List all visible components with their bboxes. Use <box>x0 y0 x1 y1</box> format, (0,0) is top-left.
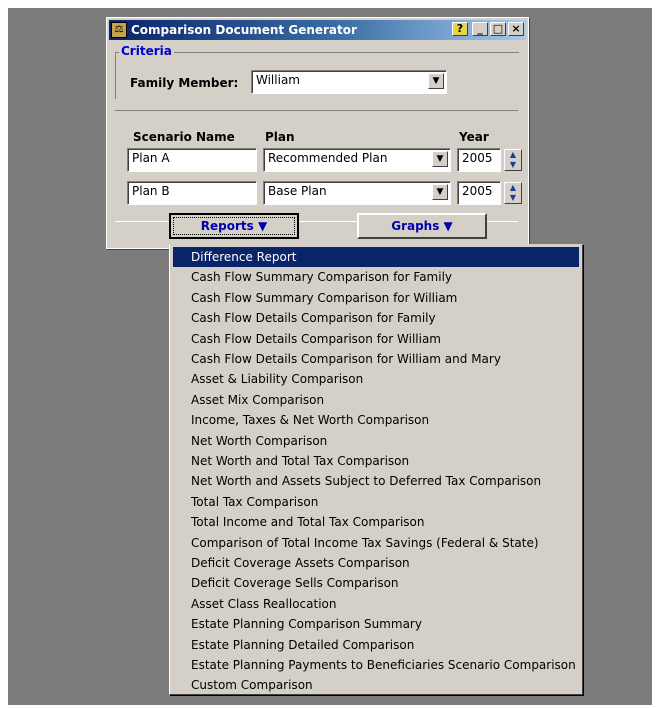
title-bar[interactable]: ⚖ Comparison Document Generator ? _ □ × <box>109 20 526 40</box>
menu-item[interactable]: Total Income and Total Tax Comparison <box>173 512 579 532</box>
menu-item[interactable]: Cash Flow Details Comparison for William… <box>173 349 579 369</box>
close-icon[interactable]: × <box>508 22 524 36</box>
help-icon[interactable]: ? <box>452 22 468 36</box>
minimize-icon[interactable]: _ <box>472 22 488 36</box>
scenario-b-name: Plan B <box>132 184 170 198</box>
comparison-generator-window: ⚖ Comparison Document Generator ? _ □ × … <box>106 17 529 249</box>
scenario-a-year-input[interactable]: 2005 <box>457 148 501 172</box>
menu-item[interactable]: Estate Planning Payments to Beneficiarie… <box>173 655 579 675</box>
reports-button[interactable]: Reports ▼ <box>169 213 299 239</box>
plan-header: Plan <box>265 130 295 144</box>
year-spinner-a[interactable]: ▲ ▼ <box>504 149 522 171</box>
scenario-a-year: 2005 <box>462 151 493 165</box>
scenario-b-plan: Base Plan <box>268 184 327 198</box>
menu-item[interactable]: Estate Planning Comparison Summary <box>173 614 579 634</box>
chevron-down-icon[interactable]: ▼ <box>428 73 444 89</box>
family-member-label: Family Member: <box>130 76 239 90</box>
menu-item[interactable]: Net Worth Comparison <box>173 431 579 451</box>
scenario-b-year-input[interactable]: 2005 <box>457 181 501 205</box>
year-spinner-b[interactable]: ▲ ▼ <box>504 182 522 204</box>
chevron-down-icon[interactable]: ▼ <box>432 184 448 200</box>
scenario-a-name: Plan A <box>132 151 170 165</box>
family-member-value: William <box>256 73 300 87</box>
menu-item[interactable]: Asset & Liability Comparison <box>173 369 579 389</box>
menu-item[interactable]: Custom Comparison <box>173 675 579 695</box>
menu-item[interactable]: Cash Flow Summary Comparison for William <box>173 288 579 308</box>
menu-item[interactable]: Income, Taxes & Net Worth Comparison <box>173 410 579 430</box>
menu-item[interactable]: Net Worth and Total Tax Comparison <box>173 451 579 471</box>
menu-item[interactable]: Cash Flow Summary Comparison for Family <box>173 267 579 287</box>
menu-item[interactable]: Cash Flow Details Comparison for William <box>173 329 579 349</box>
menu-item[interactable]: Comparison of Total Income Tax Savings (… <box>173 533 579 553</box>
scenario-a-name-input[interactable]: Plan A <box>127 148 257 172</box>
scenario-b-year: 2005 <box>462 184 493 198</box>
reports-button-label: Reports ▼ <box>173 217 295 235</box>
family-member-select[interactable]: William ▼ <box>251 70 447 94</box>
menu-item[interactable]: Asset Class Reallocation <box>173 594 579 614</box>
menu-item[interactable]: Asset Mix Comparison <box>173 390 579 410</box>
scenario-b-name-input[interactable]: Plan B <box>127 181 257 205</box>
reports-dropdown-menu: Difference Report Cash Flow Summary Compa… <box>169 244 583 695</box>
app-icon: ⚖ <box>111 22 127 38</box>
year-header: Year <box>459 130 489 144</box>
scenario-b-plan-select[interactable]: Base Plan ▼ <box>263 181 451 205</box>
menu-item[interactable]: Total Tax Comparison <box>173 492 579 512</box>
menu-item[interactable]: Net Worth and Assets Subject to Deferred… <box>173 471 579 491</box>
menu-item[interactable]: Deficit Coverage Sells Comparison <box>173 573 579 593</box>
graphs-button[interactable]: Graphs ▼ <box>357 213 487 239</box>
menu-item[interactable]: Estate Planning Detailed Comparison <box>173 635 579 655</box>
menu-item[interactable]: Cash Flow Details Comparison for Family <box>173 308 579 328</box>
window-title: Comparison Document Generator <box>131 23 357 37</box>
chevron-down-icon[interactable]: ▼ <box>432 151 448 167</box>
scenario-name-header: Scenario Name <box>133 130 235 144</box>
scenario-a-plan: Recommended Plan <box>268 151 388 165</box>
criteria-legend: Criteria <box>119 44 174 58</box>
maximize-icon[interactable]: □ <box>490 22 506 36</box>
menu-item[interactable]: Difference Report <box>173 247 579 267</box>
menu-item[interactable]: Deficit Coverage Assets Comparison <box>173 553 579 573</box>
scenario-a-plan-select[interactable]: Recommended Plan ▼ <box>263 148 451 172</box>
